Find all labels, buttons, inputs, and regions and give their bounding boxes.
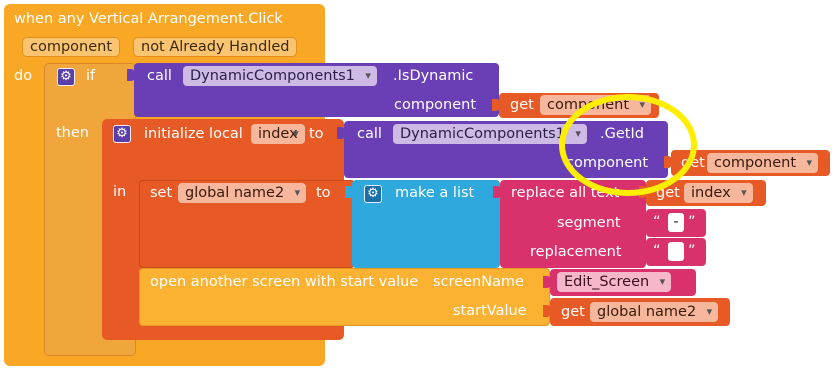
mutator-gear-icon[interactable]: ⚙ (57, 68, 75, 86)
replacement-label: replacement (530, 244, 622, 260)
quote-open: “ (653, 243, 661, 259)
make-a-list-label: make a list (395, 185, 475, 201)
mutator-gear-icon[interactable]: ⚙ (113, 125, 131, 143)
local-var-name[interactable]: index (251, 124, 305, 144)
if-label: if (86, 68, 96, 84)
global-var-dropdown[interactable]: global name2 (178, 183, 307, 203)
param-not-already-handled[interactable]: not Already Handled (133, 37, 298, 57)
param-component[interactable]: component (22, 37, 121, 57)
get-component-dropdown[interactable]: component (707, 153, 819, 173)
call-label: call (357, 126, 382, 142)
get-label: get (510, 97, 534, 113)
replacement-text-field[interactable] (668, 242, 684, 261)
quote-close: ” (688, 214, 696, 230)
get-global-name2-dropdown[interactable]: global name2 (590, 302, 719, 322)
screen-name-dropdown[interactable]: Edit_Screen (557, 272, 672, 292)
quote-close: ” (688, 243, 696, 259)
then-label: then (56, 125, 89, 141)
highlight-circle (559, 94, 697, 196)
initialize-local-label: initialize local (144, 126, 243, 142)
quote-open: “ (653, 214, 661, 230)
get-label: get (561, 304, 585, 320)
event-title: when any Vertical Arrangement.Click (14, 11, 283, 27)
set-label: set (150, 185, 173, 201)
method-isdynamic: .IsDynamic (393, 68, 474, 84)
segment-text-field[interactable]: - (668, 213, 684, 232)
to-label: to (316, 185, 331, 201)
in-label: in (113, 184, 127, 200)
start-value-label: startValue (453, 303, 527, 319)
arg-component-label: component (394, 97, 477, 113)
call-label: call (147, 68, 172, 84)
do-label: do (14, 68, 33, 84)
component-dropdown[interactable]: DynamicComponents1 (183, 66, 377, 86)
mutator-gear-icon[interactable]: ⚙ (364, 185, 382, 203)
screen-name-label: screenName (433, 274, 524, 290)
to-label: to (309, 126, 324, 142)
open-screen-label: open another screen with start value (150, 274, 419, 290)
segment-label: segment (557, 215, 621, 231)
